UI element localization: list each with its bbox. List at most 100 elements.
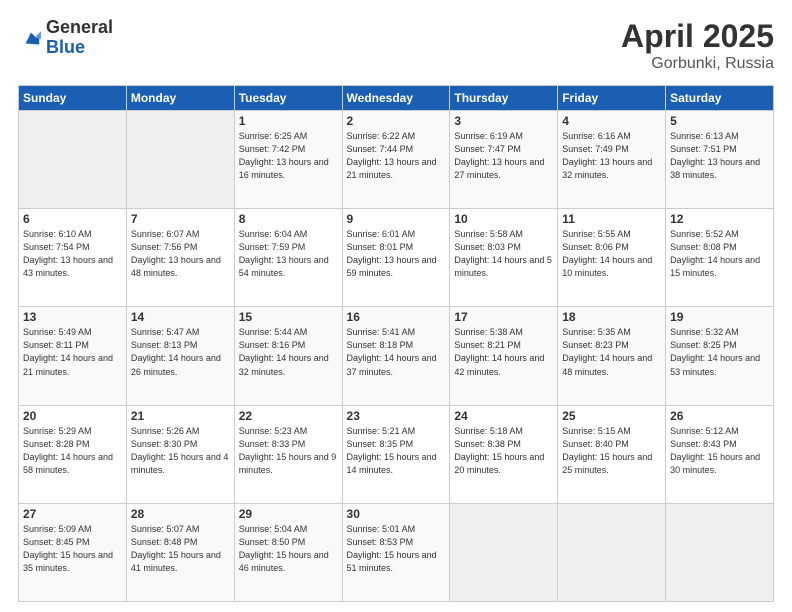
day-info: Sunrise: 6:10 AM Sunset: 7:54 PM Dayligh… bbox=[23, 228, 122, 280]
day-number: 29 bbox=[239, 507, 338, 521]
day-number: 3 bbox=[454, 114, 553, 128]
header: General Blue April 2025 Gorbunki, Russia bbox=[18, 18, 774, 73]
day-number: 1 bbox=[239, 114, 338, 128]
page: General Blue April 2025 Gorbunki, Russia… bbox=[0, 0, 792, 612]
day-number: 18 bbox=[562, 310, 661, 324]
calendar-cell: 2 Sunrise: 6:22 AM Sunset: 7:44 PM Daylig… bbox=[342, 111, 450, 209]
calendar-cell: 26Sunrise: 5:12 AM Sunset: 8:43 PM Dayli… bbox=[666, 405, 774, 503]
calendar-cell: 12 Sunrise: 5:52 AM Sunset: 8:08 PM Dayli… bbox=[666, 209, 774, 307]
day-info: Sunrise: 5:32 AM Sunset: 8:25 PM Dayligh… bbox=[670, 326, 769, 378]
day-info: Sunrise: 6:19 AM Sunset: 7:47 PM Dayligh… bbox=[454, 130, 553, 182]
day-info: Sunrise: 5:55 AM Sunset: 8:06 PM Dayligh… bbox=[562, 228, 661, 280]
title-month: April 2025 bbox=[621, 18, 774, 55]
logo-text: General Blue bbox=[46, 18, 113, 58]
logo-general: General bbox=[46, 18, 113, 38]
day-number: 22 bbox=[239, 409, 338, 423]
calendar-week-0: 1 Sunrise: 6:25 AM Sunset: 7:42 PM Daylig… bbox=[19, 111, 774, 209]
calendar-cell bbox=[450, 503, 558, 601]
day-info: Sunrise: 6:04 AM Sunset: 7:59 PM Dayligh… bbox=[239, 228, 338, 280]
day-info: Sunrise: 5:23 AM Sunset: 8:33 PM Dayligh… bbox=[239, 425, 338, 477]
day-number: 5 bbox=[670, 114, 769, 128]
calendar-cell: 30Sunrise: 5:01 AM Sunset: 8:53 PM Dayli… bbox=[342, 503, 450, 601]
calendar-cell: 16 Sunrise: 5:41 AM Sunset: 8:18 PM Dayli… bbox=[342, 307, 450, 405]
calendar-cell: 13 Sunrise: 5:49 AM Sunset: 8:11 PM Dayli… bbox=[19, 307, 127, 405]
calendar-cell bbox=[666, 503, 774, 601]
day-info: Sunrise: 6:07 AM Sunset: 7:56 PM Dayligh… bbox=[131, 228, 230, 280]
day-info: Sunrise: 5:29 AM Sunset: 8:28 PM Dayligh… bbox=[23, 425, 122, 477]
day-info: Sunrise: 5:44 AM Sunset: 8:16 PM Dayligh… bbox=[239, 326, 338, 378]
calendar-cell: 5 Sunrise: 6:13 AM Sunset: 7:51 PM Daylig… bbox=[666, 111, 774, 209]
logo-icon bbox=[20, 27, 42, 49]
day-info: Sunrise: 5:35 AM Sunset: 8:23 PM Dayligh… bbox=[562, 326, 661, 378]
calendar-cell: 22 Sunrise: 5:23 AM Sunset: 8:33 PM Dayli… bbox=[234, 405, 342, 503]
calendar-cell: 21Sunrise: 5:26 AM Sunset: 8:30 PM Dayli… bbox=[126, 405, 234, 503]
day-info: Sunrise: 5:04 AM Sunset: 8:50 PM Dayligh… bbox=[239, 523, 338, 575]
day-info: Sunrise: 5:52 AM Sunset: 8:08 PM Dayligh… bbox=[670, 228, 769, 280]
calendar-cell: 8 Sunrise: 6:04 AM Sunset: 7:59 PM Daylig… bbox=[234, 209, 342, 307]
day-number: 7 bbox=[131, 212, 230, 226]
calendar-week-2: 13 Sunrise: 5:49 AM Sunset: 8:11 PM Dayli… bbox=[19, 307, 774, 405]
logo: General Blue bbox=[18, 18, 113, 58]
day-number: 11 bbox=[562, 212, 661, 226]
calendar-cell: 25 Sunrise: 5:15 AM Sunset: 8:40 PM Dayli… bbox=[558, 405, 666, 503]
calendar-cell: 19Sunrise: 5:32 AM Sunset: 8:25 PM Dayli… bbox=[666, 307, 774, 405]
calendar-cell: 6 Sunrise: 6:10 AM Sunset: 7:54 PM Daylig… bbox=[19, 209, 127, 307]
day-info: Sunrise: 5:18 AM Sunset: 8:38 PM Dayligh… bbox=[454, 425, 553, 477]
day-number: 2 bbox=[347, 114, 446, 128]
col-monday: Monday bbox=[126, 86, 234, 111]
day-info: Sunrise: 5:26 AM Sunset: 8:30 PM Dayligh… bbox=[131, 425, 230, 477]
calendar-cell: 9 Sunrise: 6:01 AM Sunset: 8:01 PM Daylig… bbox=[342, 209, 450, 307]
day-info: Sunrise: 6:13 AM Sunset: 7:51 PM Dayligh… bbox=[670, 130, 769, 182]
day-number: 16 bbox=[347, 310, 446, 324]
calendar-cell: 24Sunrise: 5:18 AM Sunset: 8:38 PM Dayli… bbox=[450, 405, 558, 503]
calendar-cell: 28Sunrise: 5:07 AM Sunset: 8:48 PM Dayli… bbox=[126, 503, 234, 601]
calendar-cell bbox=[558, 503, 666, 601]
day-info: Sunrise: 5:58 AM Sunset: 8:03 PM Dayligh… bbox=[454, 228, 553, 280]
calendar-cell: 7 Sunrise: 6:07 AM Sunset: 7:56 PM Daylig… bbox=[126, 209, 234, 307]
col-wednesday: Wednesday bbox=[342, 86, 450, 111]
day-number: 14 bbox=[131, 310, 230, 324]
day-info: Sunrise: 5:38 AM Sunset: 8:21 PM Dayligh… bbox=[454, 326, 553, 378]
calendar-cell: 20Sunrise: 5:29 AM Sunset: 8:28 PM Dayli… bbox=[19, 405, 127, 503]
day-info: Sunrise: 5:21 AM Sunset: 8:35 PM Dayligh… bbox=[347, 425, 446, 477]
day-number: 6 bbox=[23, 212, 122, 226]
calendar-cell: 17Sunrise: 5:38 AM Sunset: 8:21 PM Dayli… bbox=[450, 307, 558, 405]
calendar-cell: 1 Sunrise: 6:25 AM Sunset: 7:42 PM Daylig… bbox=[234, 111, 342, 209]
day-info: Sunrise: 6:25 AM Sunset: 7:42 PM Dayligh… bbox=[239, 130, 338, 182]
calendar-week-3: 20Sunrise: 5:29 AM Sunset: 8:28 PM Dayli… bbox=[19, 405, 774, 503]
day-number: 25 bbox=[562, 409, 661, 423]
calendar-table: Sunday Monday Tuesday Wednesday Thursday… bbox=[18, 85, 774, 602]
logo-blue: Blue bbox=[46, 38, 113, 58]
calendar-cell: 15 Sunrise: 5:44 AM Sunset: 8:16 PM Dayli… bbox=[234, 307, 342, 405]
calendar-cell: 11 Sunrise: 5:55 AM Sunset: 8:06 PM Dayli… bbox=[558, 209, 666, 307]
calendar-cell: 23 Sunrise: 5:21 AM Sunset: 8:35 PM Dayli… bbox=[342, 405, 450, 503]
day-number: 26 bbox=[670, 409, 769, 423]
day-number: 30 bbox=[347, 507, 446, 521]
day-info: Sunrise: 5:09 AM Sunset: 8:45 PM Dayligh… bbox=[23, 523, 122, 575]
day-number: 13 bbox=[23, 310, 122, 324]
day-number: 27 bbox=[23, 507, 122, 521]
calendar-cell: 4 Sunrise: 6:16 AM Sunset: 7:49 PM Daylig… bbox=[558, 111, 666, 209]
calendar-cell: 14Sunrise: 5:47 AM Sunset: 8:13 PM Dayli… bbox=[126, 307, 234, 405]
day-number: 15 bbox=[239, 310, 338, 324]
calendar-cell: 18 Sunrise: 5:35 AM Sunset: 8:23 PM Dayli… bbox=[558, 307, 666, 405]
day-info: Sunrise: 5:49 AM Sunset: 8:11 PM Dayligh… bbox=[23, 326, 122, 378]
title-block: April 2025 Gorbunki, Russia bbox=[621, 18, 774, 73]
day-info: Sunrise: 6:01 AM Sunset: 8:01 PM Dayligh… bbox=[347, 228, 446, 280]
day-info: Sunrise: 5:41 AM Sunset: 8:18 PM Dayligh… bbox=[347, 326, 446, 378]
day-info: Sunrise: 5:07 AM Sunset: 8:48 PM Dayligh… bbox=[131, 523, 230, 575]
day-info: Sunrise: 6:16 AM Sunset: 7:49 PM Dayligh… bbox=[562, 130, 661, 182]
day-info: Sunrise: 5:15 AM Sunset: 8:40 PM Dayligh… bbox=[562, 425, 661, 477]
col-friday: Friday bbox=[558, 86, 666, 111]
day-info: Sunrise: 6:22 AM Sunset: 7:44 PM Dayligh… bbox=[347, 130, 446, 182]
day-number: 4 bbox=[562, 114, 661, 128]
col-tuesday: Tuesday bbox=[234, 86, 342, 111]
calendar-week-4: 27 Sunrise: 5:09 AM Sunset: 8:45 PM Dayli… bbox=[19, 503, 774, 601]
day-number: 8 bbox=[239, 212, 338, 226]
day-number: 23 bbox=[347, 409, 446, 423]
day-number: 12 bbox=[670, 212, 769, 226]
col-sunday: Sunday bbox=[19, 86, 127, 111]
day-number: 10 bbox=[454, 212, 553, 226]
day-number: 9 bbox=[347, 212, 446, 226]
calendar-cell: 10 Sunrise: 5:58 AM Sunset: 8:03 PM Dayli… bbox=[450, 209, 558, 307]
